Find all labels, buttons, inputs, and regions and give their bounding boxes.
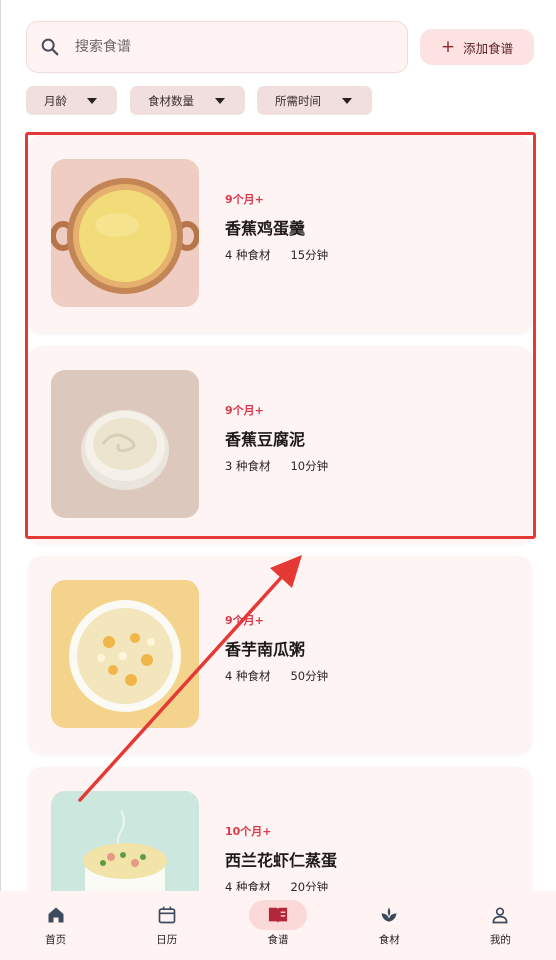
filter-time-dropdown[interactable]: 所需时间: [257, 86, 372, 115]
recipe-card[interactable]: 9个月+ 香蕉豆腐泥 3 种食材 10分钟: [28, 346, 532, 544]
search-input[interactable]: [75, 39, 355, 55]
recipe-card[interactable]: 9个月+ 香芋南瓜粥 4 种食材 50分钟: [28, 556, 532, 754]
recipe-title: 香蕉鸡蛋羹: [225, 219, 306, 238]
caret-down-icon: [342, 97, 352, 104]
nav-item-calendar[interactable]: 日历: [111, 891, 222, 960]
recipe-title: 西兰花虾仁蒸蛋: [225, 851, 338, 870]
recipe-ingredient-count: 4 种食材: [225, 248, 271, 262]
nav-label: 首页: [45, 934, 67, 946]
recipe-card[interactable]: 9个月+ 香蕉鸡蛋羹 4 种食材 15分钟: [28, 135, 532, 333]
recipe-age: 10个月+: [225, 825, 272, 838]
nav-label: 我的: [489, 934, 511, 946]
profile-icon: [492, 907, 508, 924]
search-bar[interactable]: [26, 21, 408, 73]
nav-item-ingredients[interactable]: 食材: [334, 891, 445, 960]
recipe-time: 15分钟: [290, 248, 329, 262]
nav-item-recipes[interactable]: 食谱: [222, 891, 333, 960]
recipe-title: 香芋南瓜粥: [225, 640, 306, 659]
left-edge-divider: [0, 0, 1, 960]
filter-age-label: 月龄: [44, 93, 67, 108]
filter-age-dropdown[interactable]: 月龄: [26, 86, 117, 115]
bottom-navigation: 首页 日历 食谱 食材 我的: [0, 891, 556, 960]
nav-label: 食谱: [267, 934, 289, 946]
filter-ingredient-count-dropdown[interactable]: 食材数量: [130, 86, 245, 115]
recipe-ingredient-count: 4 种食材: [225, 669, 271, 683]
recipe-title: 香蕉豆腐泥: [225, 430, 306, 449]
nav-item-home[interactable]: 首页: [0, 891, 111, 960]
nav-label: 食材: [378, 934, 400, 946]
nav-item-profile[interactable]: 我的: [445, 891, 556, 960]
recipe-book-icon: [268, 907, 288, 924]
caret-down-icon: [215, 97, 225, 104]
recipe-time: 50分钟: [290, 669, 329, 683]
recipe-image-banana-egg-custard: [51, 159, 199, 307]
recipe-time: 10分钟: [290, 459, 329, 473]
add-recipe-button[interactable]: + 添加食谱: [420, 29, 534, 65]
recipe-age: 9个月+: [225, 193, 264, 206]
filter-time-label: 所需时间: [275, 93, 321, 108]
recipe-age: 9个月+: [225, 404, 264, 417]
recipe-image-banana-tofu-puree: [51, 370, 199, 518]
recipe-ingredient-count: 3 种食材: [225, 459, 271, 473]
plus-icon: +: [440, 36, 456, 57]
calendar-icon: [158, 906, 176, 924]
add-recipe-label: 添加食谱: [463, 40, 514, 56]
caret-down-icon: [87, 97, 97, 104]
nav-label: 日历: [156, 934, 178, 946]
search-icon: [41, 38, 59, 56]
filter-ingredient-count-label: 食材数量: [148, 93, 194, 108]
recipe-image-taro-pumpkin-porridge: [51, 580, 199, 728]
recipe-age: 9个月+: [225, 614, 264, 627]
home-icon: [48, 907, 64, 923]
ingredient-sprout-icon: [381, 907, 397, 922]
